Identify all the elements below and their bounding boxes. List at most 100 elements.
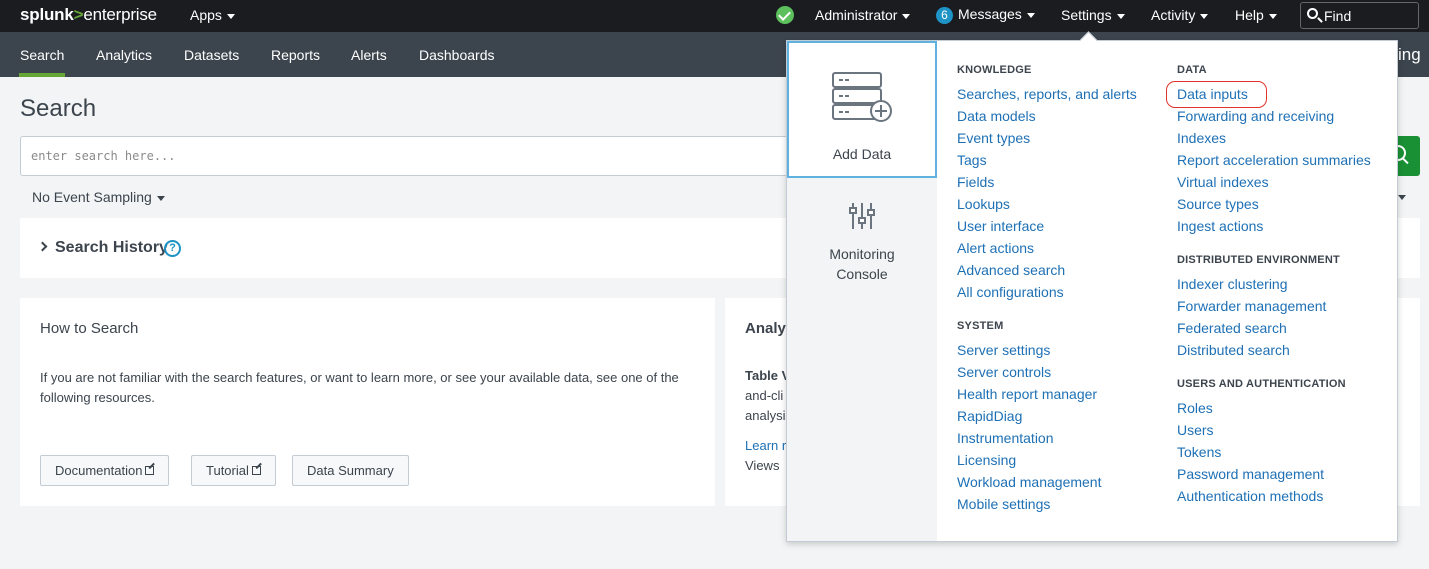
link-lookups[interactable]: Lookups	[957, 193, 1137, 215]
messages-menu-label: Messages	[958, 6, 1022, 22]
analytics-title: Analy	[745, 320, 786, 337]
apps-menu-label: Apps	[190, 7, 222, 23]
link-alert-actions[interactable]: Alert actions	[957, 237, 1137, 259]
settings-column-data-distributed-users: DATA Data inputs Forwarding and receivin…	[1166, 63, 1371, 507]
activity-menu[interactable]: Activity	[1151, 7, 1209, 23]
search-input[interactable]: enter search here...	[20, 136, 810, 176]
link-federated-search[interactable]: Federated search	[1177, 317, 1371, 339]
settings-column-knowledge-system: KNOWLEDGE Searches, reports, and alerts …	[957, 63, 1137, 515]
tutorial-label: Tutorial	[206, 463, 249, 478]
data-inputs-highlight: Data inputs	[1166, 81, 1267, 108]
tab-reports[interactable]: Reports	[271, 47, 320, 63]
link-instrumentation[interactable]: Instrumentation	[957, 427, 1137, 449]
link-users[interactable]: Users	[1177, 419, 1371, 441]
chevron-down-icon	[902, 13, 911, 19]
documentation-button[interactable]: Documentation	[40, 455, 170, 486]
link-user-interface[interactable]: User interface	[957, 215, 1137, 237]
data-summary-button[interactable]: Data Summary	[292, 455, 409, 486]
link-distributed-search[interactable]: Distributed search	[1177, 339, 1371, 361]
link-forwarder-management[interactable]: Forwarder management	[1177, 295, 1371, 317]
chevron-down-icon	[1026, 12, 1035, 18]
link-indexer-clustering[interactable]: Indexer clustering	[1177, 273, 1371, 295]
find-input[interactable]: Find	[1300, 2, 1419, 29]
tab-datasets[interactable]: Datasets	[184, 47, 239, 63]
link-health-report-manager[interactable]: Health report manager	[957, 383, 1137, 405]
link-server-controls[interactable]: Server controls	[957, 361, 1137, 383]
tab-alerts[interactable]: Alerts	[351, 47, 387, 63]
sliders-icon	[849, 203, 875, 229]
link-tokens[interactable]: Tokens	[1177, 441, 1371, 463]
messages-menu[interactable]: 6 Messages	[936, 6, 1035, 24]
link-all-configurations[interactable]: All configurations	[957, 281, 1137, 303]
analytics-text-bold: Table V	[745, 368, 791, 383]
monitoring-console-tile[interactable]: Monitoring Console	[787, 191, 937, 291]
messages-count-badge: 6	[936, 7, 953, 24]
link-source-types[interactable]: Source types	[1177, 193, 1371, 215]
top-navigation-bar: splunk>enterprise Apps Administrator 6 Me…	[0, 0, 1429, 32]
link-roles[interactable]: Roles	[1177, 397, 1371, 419]
link-workload-management[interactable]: Workload management	[957, 471, 1137, 493]
link-ingest-actions[interactable]: Ingest actions	[1177, 215, 1371, 237]
chevron-down-icon	[156, 195, 165, 201]
settings-menu[interactable]: Settings	[1061, 7, 1125, 23]
link-tags[interactable]: Tags	[957, 149, 1137, 171]
link-indexes[interactable]: Indexes	[1177, 127, 1371, 149]
monitoring-console-label: Monitoring Console	[829, 246, 895, 282]
how-to-search-text: If you are not familiar with the search …	[40, 370, 679, 405]
search-icon	[1307, 8, 1318, 19]
link-licensing[interactable]: Licensing	[957, 449, 1137, 471]
user-menu[interactable]: Administrator	[815, 7, 911, 23]
link-authentication-methods[interactable]: Authentication methods	[1177, 485, 1371, 507]
tab-search[interactable]: Search	[18, 47, 66, 77]
link-data-inputs[interactable]: Data inputs	[1166, 81, 1371, 108]
app-title-fragment: ing	[1398, 45, 1421, 64]
link-data-models[interactable]: Data models	[957, 105, 1137, 127]
link-event-types[interactable]: Event types	[957, 127, 1137, 149]
external-link-icon	[251, 466, 261, 475]
section-title-distributed-environment: DISTRIBUTED ENVIRONMENT	[1177, 254, 1340, 266]
section-title-data: DATA	[1177, 64, 1207, 76]
apps-menu[interactable]: Apps	[190, 7, 235, 23]
chevron-down-icon[interactable]	[1398, 195, 1406, 200]
splunk-logo[interactable]: splunk>enterprise	[20, 5, 157, 25]
link-virtual-indexes[interactable]: Virtual indexes	[1177, 171, 1371, 193]
add-data-icon	[832, 72, 892, 122]
add-data-label: Add Data	[832, 146, 892, 162]
add-data-tile[interactable]: Add Data	[787, 41, 937, 178]
chevron-down-icon	[1200, 13, 1209, 19]
link-forwarding-receiving[interactable]: Forwarding and receiving	[1177, 105, 1371, 127]
settings-menu-label: Settings	[1061, 7, 1112, 23]
help-menu-label: Help	[1235, 7, 1264, 23]
activity-menu-label: Activity	[1151, 7, 1196, 23]
analytics-text: Views	[745, 458, 780, 473]
event-sampling-dropdown[interactable]: No Event Sampling	[32, 189, 165, 205]
section-title-users-authentication: USERS AND AUTHENTICATION	[1177, 378, 1346, 390]
section-title-system: SYSTEM	[957, 320, 1004, 332]
chevron-right-icon[interactable]	[37, 241, 48, 252]
user-menu-label: Administrator	[815, 7, 898, 23]
chevron-down-icon	[226, 13, 235, 19]
help-icon[interactable]: ?	[164, 240, 181, 257]
settings-shortcuts-sidebar: Add Data Monitoring Console	[787, 41, 937, 541]
find-placeholder: Find	[1324, 8, 1352, 24]
link-server-settings[interactable]: Server settings	[957, 339, 1137, 361]
how-to-search-title: How to Search	[40, 320, 139, 337]
link-fields[interactable]: Fields	[957, 171, 1137, 193]
link-searches-reports-alerts[interactable]: Searches, reports, and alerts	[957, 83, 1137, 105]
link-mobile-settings[interactable]: Mobile settings	[957, 493, 1137, 515]
analytics-text: and-cli	[745, 388, 784, 403]
link-advanced-search[interactable]: Advanced search	[957, 259, 1137, 281]
link-rapiddiag[interactable]: RapidDiag	[957, 405, 1137, 427]
section-title-knowledge: KNOWLEDGE	[957, 64, 1032, 76]
link-password-management[interactable]: Password management	[1177, 463, 1371, 485]
help-menu[interactable]: Help	[1235, 7, 1277, 23]
chevron-down-icon	[1116, 13, 1125, 19]
documentation-label: Documentation	[55, 463, 143, 478]
link-report-acceleration-summaries[interactable]: Report acceleration summaries	[1177, 149, 1371, 171]
tutorial-button[interactable]: Tutorial	[191, 455, 276, 486]
search-history-title[interactable]: Search History	[55, 239, 168, 257]
tab-dashboards[interactable]: Dashboards	[419, 47, 495, 63]
learn-more-link[interactable]: Learn r	[745, 438, 786, 453]
tab-analytics[interactable]: Analytics	[96, 47, 152, 63]
health-status-icon[interactable]	[776, 6, 794, 24]
